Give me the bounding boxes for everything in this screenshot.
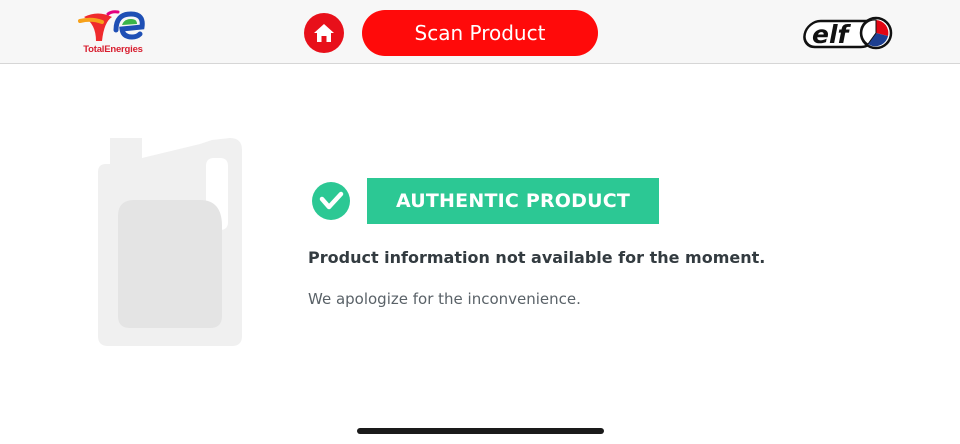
authentic-status-badge: AUTHENTIC PRODUCT bbox=[367, 178, 659, 224]
totalenergies-mark-icon bbox=[78, 10, 145, 41]
totalenergies-wordmark: TotalEnergies bbox=[83, 44, 143, 55]
home-button[interactable] bbox=[304, 13, 344, 53]
check-circle-icon bbox=[312, 182, 350, 220]
scan-product-button[interactable]: Scan Product bbox=[362, 10, 598, 56]
totalenergies-logo: TotalEnergies bbox=[78, 8, 148, 58]
home-indicator-bar[interactable] bbox=[357, 428, 604, 434]
app-header: TotalEnergies Scan Product elf bbox=[0, 0, 960, 64]
elf-logo: elf bbox=[802, 14, 894, 52]
elf-mark-icon: elf bbox=[803, 16, 893, 50]
elf-wordmark: elf bbox=[812, 20, 852, 49]
home-icon bbox=[314, 24, 334, 42]
oil-jerrycan-placeholder-icon bbox=[98, 138, 242, 346]
product-image-placeholder bbox=[96, 136, 246, 350]
apology-message: We apologize for the inconvenience. bbox=[308, 290, 581, 308]
product-info-message: Product information not available for th… bbox=[308, 248, 766, 267]
